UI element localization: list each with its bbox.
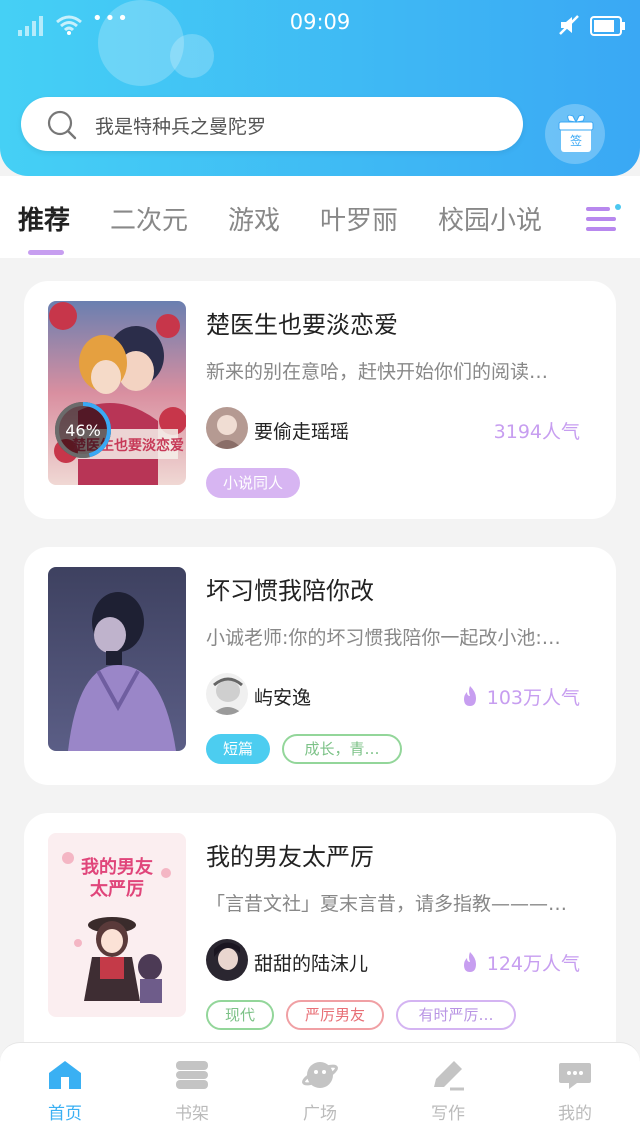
story-card[interactable]: 我的男友 太严厉 我的男友太严厉 「言昔文社」夏末言昔，请多指教———… 甜甜的… [24, 813, 616, 1063]
story-card[interactable]: 坏习惯我陪你改 小诚老师:你的坏习惯我陪你一起改小池:… 屿安逸 103万人气 … [24, 547, 616, 785]
story-description: 小诚老师:你的坏习惯我陪你一起改小池:… [206, 627, 561, 649]
status-bar: ••• 09:09 [0, 8, 640, 38]
header: ••• 09:09 我是特种兵之曼陀罗 签 [0, 0, 640, 176]
search-icon [47, 110, 77, 140]
popularity-count: 103万人气 [486, 687, 580, 709]
tag-novel-fanfic[interactable]: 小说同人 [206, 468, 300, 498]
status-time: 09:09 [289, 10, 351, 34]
tag-sometimes-strict[interactable]: 有时严厉… [396, 1000, 516, 1030]
story-card[interactable]: 楚医生也要淡恋爱 46% 楚医生也要淡恋爱 新来的别在意哈，赶快开始你们的阅读…… [24, 281, 616, 519]
tag-growth[interactable]: 成长，青… [282, 734, 402, 764]
menu-icon[interactable] [586, 203, 622, 233]
svg-text:我的男友: 我的男友 [81, 856, 153, 878]
category-tabs: 推荐 二次元 游戏 叶罗丽 校园小说 [0, 176, 640, 258]
avatar[interactable] [206, 673, 248, 715]
nav-home[interactable]: 首页 [15, 1059, 115, 1124]
author-name[interactable]: 屿安逸 [254, 683, 311, 710]
story-description: 新来的别在意哈，赶快开始你们的阅读… [206, 361, 549, 383]
nav-write[interactable]: 写作 [398, 1059, 498, 1124]
tag-short-story[interactable]: 短篇 [206, 734, 270, 764]
svg-text:签: 签 [570, 133, 582, 148]
planet-icon [302, 1062, 338, 1088]
nav-label: 我的 [558, 1104, 592, 1124]
battery-icon [590, 16, 625, 36]
story-title[interactable]: 楚医生也要淡恋爱 [206, 305, 398, 340]
story-title[interactable]: 我的男友太严厉 [206, 837, 374, 872]
popularity-count: 124万人气 [486, 953, 580, 975]
svg-text:46%: 46% [65, 421, 101, 440]
tab-anime[interactable]: 二次元 [110, 200, 188, 237]
reading-progress-ring: 46% [55, 402, 111, 458]
search-placeholder: 我是特种兵之曼陀罗 [95, 116, 267, 138]
popularity-display: 103万人气 [461, 683, 580, 710]
chat-bubble-icon [559, 1063, 591, 1089]
nav-plaza[interactable]: 广场 [270, 1059, 370, 1124]
story-cover [48, 567, 186, 751]
tab-games[interactable]: 游戏 [228, 200, 280, 237]
popularity-display: 124万人气 [461, 949, 580, 976]
nav-label: 写作 [431, 1104, 465, 1124]
popularity-count: 3194人气 [493, 421, 580, 443]
fire-icon [463, 686, 476, 706]
story-title[interactable]: 坏习惯我陪你改 [206, 571, 374, 606]
avatar[interactable] [206, 407, 248, 449]
tag-modern[interactable]: 现代 [206, 1000, 274, 1030]
nav-profile[interactable]: 我的 [525, 1059, 625, 1124]
author-name[interactable]: 要偷走瑶瑶 [254, 417, 349, 444]
nav-label: 首页 [48, 1104, 82, 1124]
tab-recommend[interactable]: 推荐 [18, 200, 70, 237]
fire-icon [463, 952, 476, 972]
bottom-navigation: 首页 书架 广场 写作 我的 [0, 1042, 640, 1139]
avatar[interactable] [206, 939, 248, 981]
story-description: 「言昔文社」夏末言昔，请多指教———… [206, 893, 568, 915]
bookshelf-icon [176, 1061, 208, 1089]
tag-strict-boyfriend[interactable]: 严厉男友 [286, 1000, 384, 1030]
nav-label: 广场 [303, 1104, 337, 1124]
tab-yeluoli[interactable]: 叶罗丽 [320, 200, 398, 237]
nav-bookshelf[interactable]: 书架 [142, 1059, 242, 1124]
tab-campus-novel[interactable]: 校园小说 [438, 200, 542, 237]
author-name[interactable]: 甜甜的陆沫儿 [254, 949, 368, 976]
gift-icon: 签 [545, 104, 605, 164]
story-cover: 我的男友 太严厉 [48, 833, 186, 1017]
nav-label: 书架 [175, 1104, 209, 1124]
mute-icon [559, 15, 579, 35]
svg-text:太严厉: 太严厉 [90, 878, 144, 900]
active-tab-indicator [28, 250, 64, 255]
pencil-icon [434, 1061, 464, 1091]
search-bar[interactable]: 我是特种兵之曼陀罗 [21, 97, 523, 151]
sign-in-gift-button[interactable]: 签 [545, 104, 605, 164]
home-icon [49, 1061, 81, 1089]
decorative-bubble [170, 34, 214, 78]
